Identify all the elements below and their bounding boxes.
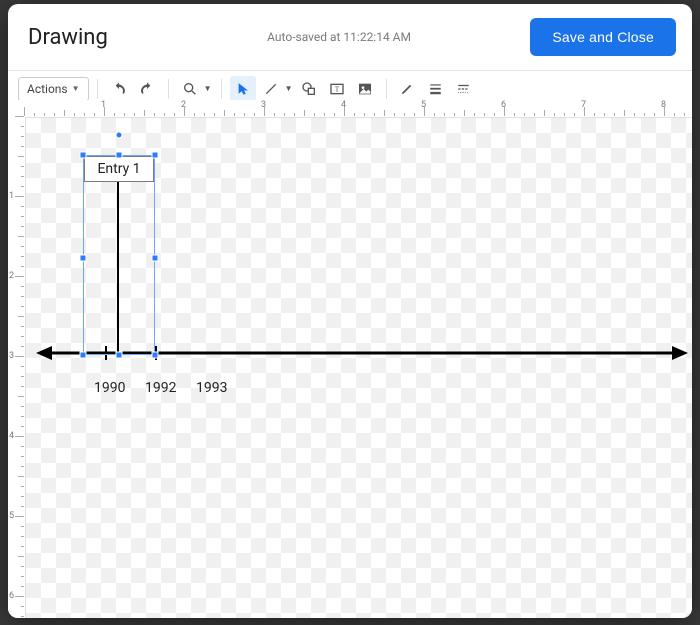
line-weight-tool[interactable] xyxy=(423,76,449,102)
autosave-status: Auto-saved at 11:22:14 AM xyxy=(108,30,531,44)
separator xyxy=(168,79,169,99)
undo-icon xyxy=(111,81,127,97)
pen-icon xyxy=(400,81,415,96)
line-caret-icon[interactable]: ▼ xyxy=(284,84,294,93)
pen-tool[interactable] xyxy=(395,76,421,102)
caret-down-icon: ▼ xyxy=(72,84,80,93)
resize-handle-ne[interactable] xyxy=(152,152,159,159)
resize-handle-e[interactable] xyxy=(152,255,159,262)
redo-icon xyxy=(139,81,155,97)
ruler-horizontal[interactable]: 12345678 xyxy=(24,100,692,116)
shape-tool[interactable] xyxy=(296,76,322,102)
rotate-handle[interactable] xyxy=(116,132,123,139)
separator xyxy=(221,79,222,99)
drawing-canvas[interactable]: Entry 1 1990 1992 1993 xyxy=(25,117,692,618)
resize-handle-w[interactable] xyxy=(80,255,87,262)
zoom-button[interactable] xyxy=(177,76,203,102)
ruler-vertical[interactable]: 123456 xyxy=(8,116,24,618)
resize-handle-se[interactable] xyxy=(152,352,159,359)
year-label-1992[interactable]: 1992 xyxy=(145,380,176,396)
canvas-area: 12345678 123456 Entry 1 xyxy=(8,100,692,618)
drawing-modal: Drawing Auto-saved at 11:22:14 AM Save a… xyxy=(8,4,692,618)
textbox-tool[interactable]: T xyxy=(324,76,350,102)
separator xyxy=(386,79,387,99)
select-tool[interactable] xyxy=(230,76,256,102)
resize-handle-n[interactable] xyxy=(116,152,123,159)
resize-handle-nw[interactable] xyxy=(80,152,87,159)
year-label-1990[interactable]: 1990 xyxy=(94,380,125,396)
image-icon xyxy=(357,81,373,97)
zoom-icon xyxy=(182,81,198,97)
line-dash-tool[interactable] xyxy=(451,76,477,102)
actions-label: Actions xyxy=(27,82,68,96)
ruler-corner xyxy=(8,100,24,116)
resize-handle-sw[interactable] xyxy=(80,352,87,359)
line-dash-icon xyxy=(455,82,472,96)
arrowhead-left-icon xyxy=(36,346,52,360)
arrowhead-right-icon xyxy=(672,346,688,360)
year-label-1993[interactable]: 1993 xyxy=(196,380,227,396)
save-and-close-button[interactable]: Save and Close xyxy=(530,18,676,56)
undo-button[interactable] xyxy=(106,76,132,102)
image-tool[interactable] xyxy=(352,76,378,102)
shape-icon xyxy=(300,81,318,97)
line-weight-icon xyxy=(427,82,444,96)
line-tool[interactable] xyxy=(258,76,284,102)
zoom-caret-icon[interactable]: ▼ xyxy=(203,84,213,93)
modal-title: Drawing xyxy=(28,25,108,50)
svg-text:T: T xyxy=(334,84,339,93)
cursor-arrow-icon xyxy=(236,82,250,96)
redo-button[interactable] xyxy=(134,76,160,102)
line-icon xyxy=(263,81,279,97)
resize-handle-s[interactable] xyxy=(116,352,123,359)
header: Drawing Auto-saved at 11:22:14 AM Save a… xyxy=(8,4,692,71)
separator xyxy=(97,79,98,99)
textbox-icon: T xyxy=(329,81,345,97)
actions-menu[interactable]: Actions ▼ xyxy=(18,77,89,101)
selection-box[interactable] xyxy=(83,155,155,355)
